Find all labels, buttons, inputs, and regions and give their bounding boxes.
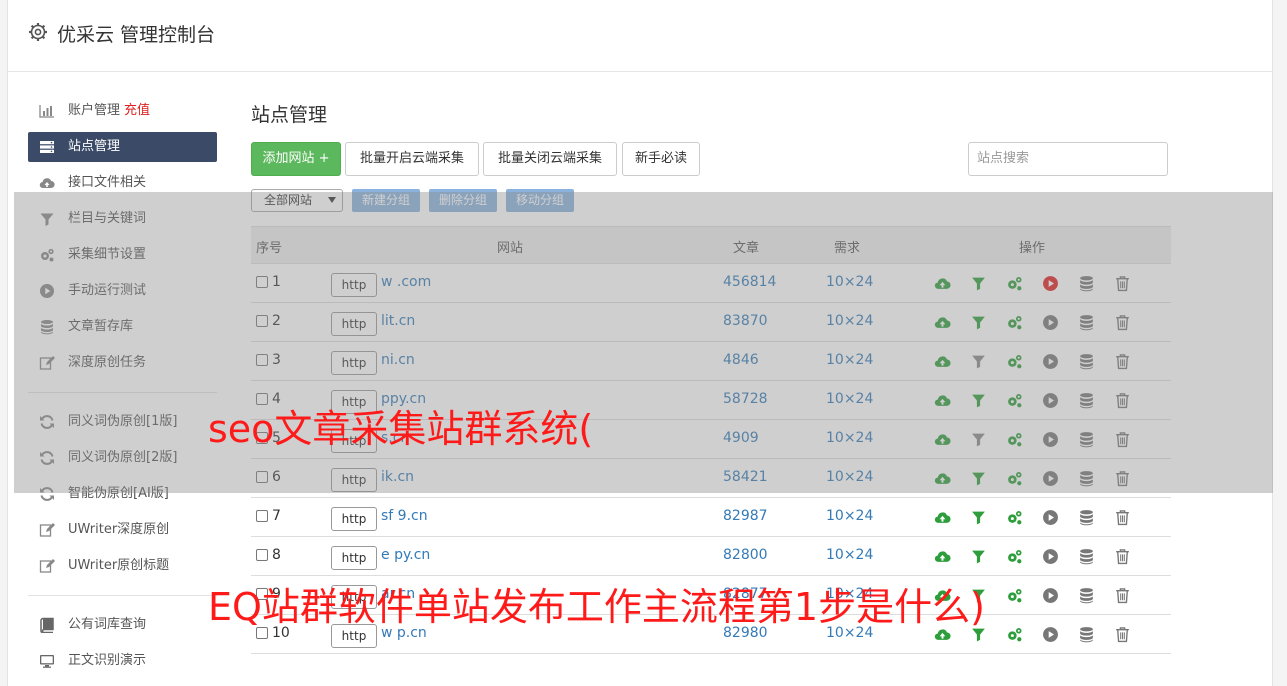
caption-line-2: EQ站群软件单站发布工作主流程第1步是什么) [208, 585, 985, 629]
edit-icon [39, 523, 55, 537]
sidebar-item-uwriter-deep[interactable]: UWriter深度原创 [28, 512, 217, 548]
edit-icon [39, 559, 55, 573]
sidebar-item-label: UWriter深度原创 [68, 522, 170, 537]
caption-line-1: seo文章采集站群系统( [208, 407, 594, 451]
row-checkbox[interactable] [256, 549, 268, 561]
toolbar: 添加网站 + 批量开启云端采集 批量关闭云端采集 新手必读 站点搜索 [251, 142, 1176, 176]
app-title: 优采云 管理控制台 [57, 24, 216, 46]
sidebar-item-label: UWriter原创标题 [68, 558, 170, 573]
sidebar-item-uwriter-title[interactable]: UWriter原创标题 [28, 548, 217, 584]
site-link[interactable]: e py.cn [381, 547, 430, 563]
sidebar-divider [28, 595, 217, 596]
article-count-link[interactable]: 82987 [723, 508, 768, 524]
sidebar-item-label: 账户管理 [68, 103, 121, 118]
site-link[interactable]: sf 9.cn [381, 508, 428, 524]
sidebar-item-label: 公有词库查询 [68, 617, 147, 632]
batch-close-cloud-button[interactable]: 批量关闭云端采集 [483, 142, 617, 176]
database-icon[interactable] [1078, 509, 1095, 526]
cogs-icon[interactable] [1006, 626, 1023, 643]
play-circle-icon[interactable] [1042, 548, 1059, 565]
cogs-icon[interactable] [1006, 548, 1023, 565]
site-search-input[interactable]: 站点搜索 [968, 142, 1168, 176]
database-icon[interactable] [1078, 587, 1095, 604]
batch-open-cloud-button[interactable]: 批量开启云端采集 [345, 142, 479, 176]
sidebar-item-site-management[interactable]: 站点管理 [28, 132, 217, 162]
table-row: 7 http sf 9.cn 82987 10×24 [251, 498, 1171, 537]
app-header: 优采云 管理控制台 [8, 0, 1272, 72]
gear-icon [29, 23, 47, 41]
newbie-guide-button[interactable]: 新手必读 [622, 142, 700, 176]
sidebar-item-account[interactable]: 账户管理 充值 [28, 93, 217, 129]
cogs-icon[interactable] [1006, 587, 1023, 604]
trash-icon[interactable] [1114, 509, 1131, 526]
main-content: 站点管理 添加网站 + 批量开启云端采集 批量关闭云端采集 新手必读 站点搜索 … [251, 100, 1176, 654]
article-count-link[interactable]: 82800 [723, 547, 768, 563]
bar-chart-icon [39, 105, 54, 118]
protocol-selector[interactable]: http [331, 507, 377, 531]
database-icon[interactable] [1078, 626, 1095, 643]
demand-link[interactable]: 10×24 [826, 508, 873, 524]
database-icon[interactable] [1078, 548, 1095, 565]
row-index: 7 [272, 508, 281, 524]
cloud-upload-icon[interactable] [934, 548, 951, 565]
sidebar-item-public-lexicon[interactable]: 公有词库查询 [28, 607, 217, 643]
add-site-button[interactable]: 添加网站 + [251, 142, 341, 176]
filter-icon[interactable] [970, 548, 987, 565]
book-icon [40, 617, 54, 633]
server-list-icon [40, 141, 54, 153]
trash-icon[interactable] [1114, 587, 1131, 604]
page-title: 站点管理 [251, 104, 328, 126]
row-index: 8 [272, 547, 281, 563]
play-circle-icon[interactable] [1042, 587, 1059, 604]
demand-link[interactable]: 10×24 [826, 547, 873, 563]
cogs-icon[interactable] [1006, 509, 1023, 526]
play-circle-icon[interactable] [1042, 626, 1059, 643]
sidebar-item-text-recognition[interactable]: 正文识别演示 [28, 643, 217, 679]
recharge-link[interactable]: 充值 [124, 103, 150, 118]
cloud-upload-icon [39, 178, 55, 189]
table-row: 8 http e py.cn 82800 10×24 [251, 537, 1171, 576]
sidebar-item-label: 站点管理 [68, 139, 121, 154]
cloud-upload-icon[interactable] [934, 509, 951, 526]
filter-icon[interactable] [970, 509, 987, 526]
play-circle-icon[interactable] [1042, 509, 1059, 526]
trash-icon[interactable] [1114, 626, 1131, 643]
monitor-icon [40, 655, 54, 668]
sidebar-item-label: 正文识别演示 [68, 653, 147, 668]
gray-overlay [14, 192, 1273, 493]
protocol-selector[interactable]: http [331, 546, 377, 570]
row-checkbox[interactable] [256, 510, 268, 522]
trash-icon[interactable] [1114, 548, 1131, 565]
sidebar-item-label: 接口文件相关 [68, 175, 147, 190]
